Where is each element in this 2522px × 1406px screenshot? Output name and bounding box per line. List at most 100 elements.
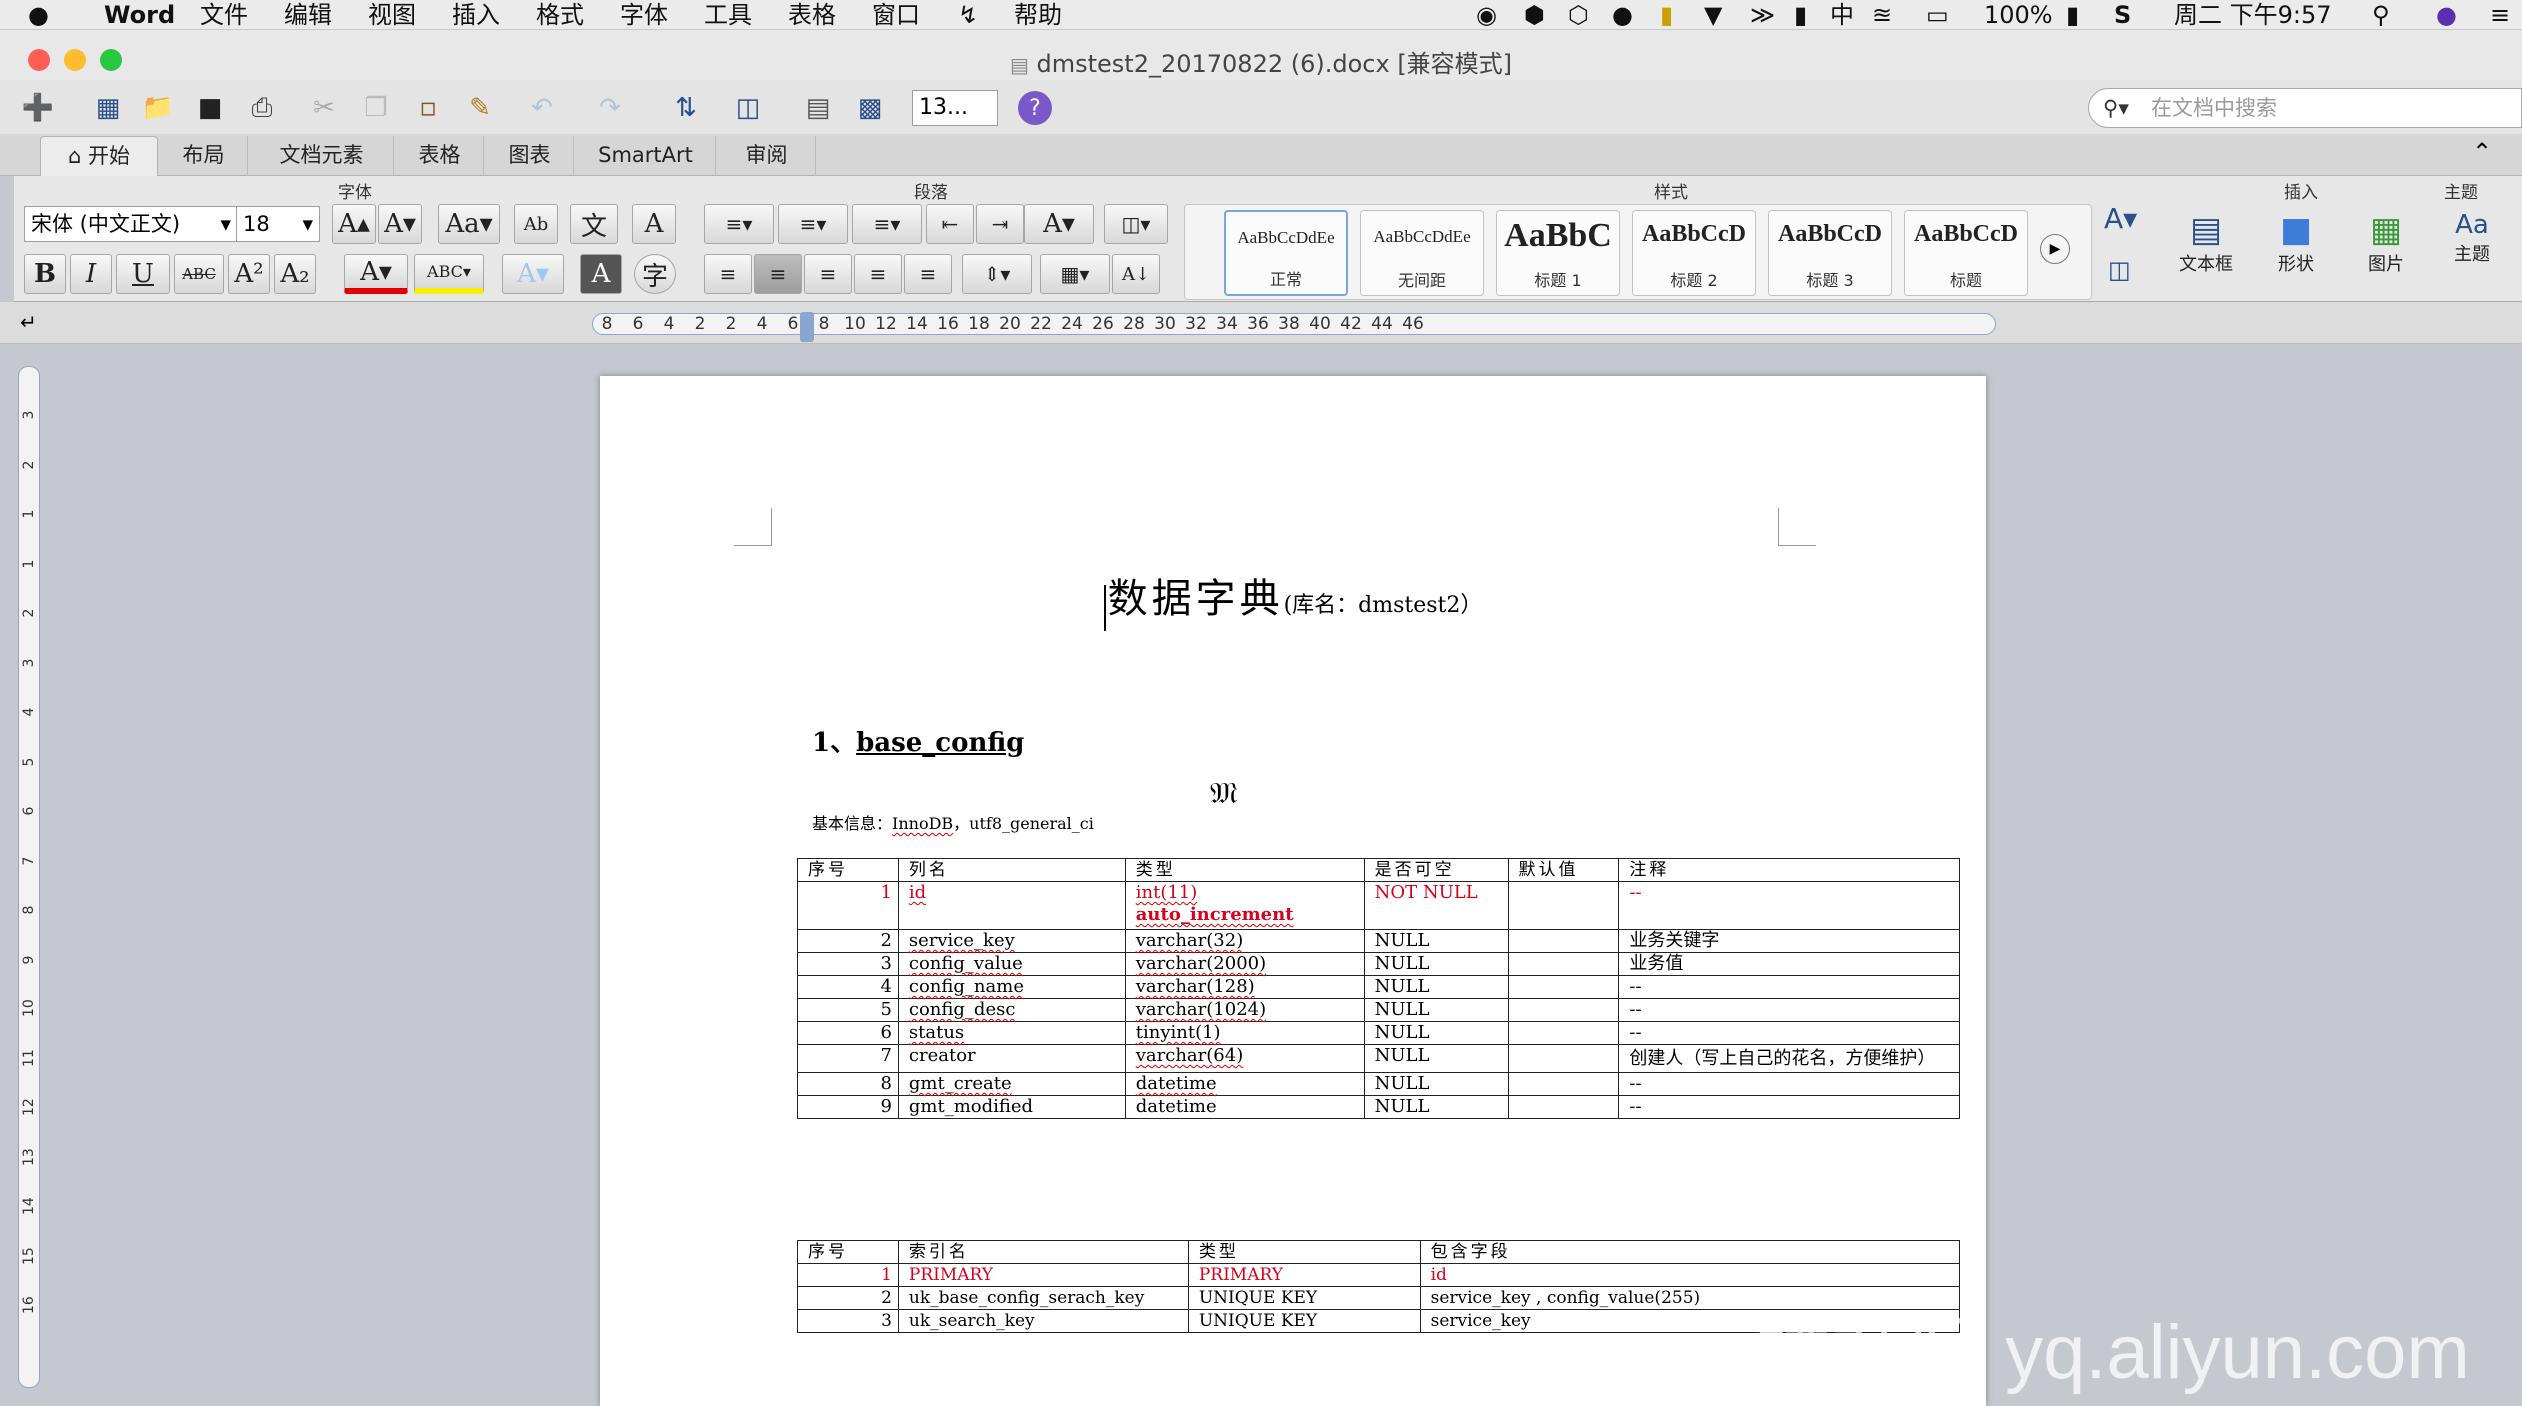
- text-direction-button[interactable]: A▾: [1024, 204, 1094, 244]
- align-right-button[interactable]: ≡: [804, 254, 852, 294]
- bold-button[interactable]: B: [24, 254, 66, 294]
- print-icon[interactable]: ⎙: [242, 88, 282, 128]
- status-icon-stop[interactable]: ◉: [1476, 0, 1497, 30]
- decrease-indent-button[interactable]: ⇤: [926, 204, 974, 244]
- toolbox-icon[interactable]: ▤: [798, 88, 838, 128]
- columns-button[interactable]: ◫▾: [1104, 204, 1168, 244]
- character-border-icon[interactable]: A: [632, 204, 676, 244]
- line-spacing-button[interactable]: ⇕▾: [962, 254, 1032, 294]
- microphone-icon[interactable]: ▮: [1794, 0, 1807, 30]
- numbering-button[interactable]: ≡▾: [778, 204, 848, 244]
- zoom-select[interactable]: 13...: [912, 90, 998, 126]
- sort-button[interactable]: A↓: [1112, 254, 1160, 294]
- styles-next-icon[interactable]: ▶: [2040, 234, 2070, 264]
- strikethrough-button[interactable]: ABC: [174, 254, 224, 294]
- collapse-ribbon-icon[interactable]: ⌃: [2472, 138, 2492, 166]
- style-title[interactable]: AaBbCcD 标题: [1904, 210, 2028, 296]
- themes-button[interactable]: Aa 主题: [2440, 210, 2504, 296]
- distributed-button[interactable]: ≡: [904, 254, 952, 294]
- font-size-select[interactable]: 18 ▾: [236, 206, 320, 242]
- text-effects-button[interactable]: A▾: [502, 254, 564, 294]
- highlight-color-button[interactable]: ABC▾: [414, 254, 484, 294]
- media-browser-icon[interactable]: ▩: [850, 88, 890, 128]
- sync-app-icon[interactable]: S: [2114, 0, 2131, 30]
- columns-table[interactable]: 序号 列名 类型 是否可空 默认值 注释 1 id int(11) auto_in…: [797, 858, 1960, 1119]
- underline-button[interactable]: U: [116, 254, 170, 294]
- tab-tables[interactable]: 表格: [396, 136, 484, 176]
- manage-styles-icon[interactable]: ◫: [2108, 256, 2131, 284]
- battery-icon[interactable]: ▮: [2066, 0, 2079, 30]
- align-left-button[interactable]: ≡: [704, 254, 752, 294]
- navigation-icon[interactable]: ⇅: [666, 88, 706, 128]
- menu-help[interactable]: 帮助: [1014, 0, 1062, 30]
- siri-icon[interactable]: ●: [2436, 0, 2457, 30]
- subscript-button[interactable]: A₂: [274, 254, 316, 294]
- redo-icon[interactable]: ↷: [590, 88, 630, 128]
- menu-format[interactable]: 格式: [536, 0, 584, 30]
- phonetic-guide-icon[interactable]: 文: [570, 204, 618, 244]
- italic-button[interactable]: I: [70, 254, 112, 294]
- vertical-ruler[interactable]: 3 2 1 1 2 3 4 5 6 7 8 9 10 11 12 13 14 15 16: [18, 366, 40, 1388]
- shrink-font-button[interactable]: A▾: [378, 204, 422, 244]
- menu-insert[interactable]: 插入: [452, 0, 500, 30]
- superscript-button[interactable]: A²: [228, 254, 270, 294]
- enclose-characters-icon[interactable]: 字: [634, 254, 676, 294]
- increase-indent-button[interactable]: ⇥: [976, 204, 1024, 244]
- bullets-button[interactable]: ≡▾: [704, 204, 774, 244]
- menu-window[interactable]: 窗口: [872, 0, 920, 30]
- tab-layout[interactable]: 布局: [160, 136, 248, 176]
- menu-view[interactable]: 视图: [368, 0, 416, 30]
- menu-tools[interactable]: 工具: [704, 0, 752, 30]
- first-line-indent-marker[interactable]: [800, 312, 814, 342]
- menubar-clock[interactable]: 周二 下午9:57: [2174, 0, 2332, 30]
- help-icon[interactable]: ?: [1018, 91, 1052, 125]
- status-icon-arrows[interactable]: ≫: [1750, 0, 1775, 30]
- menu-file[interactable]: 文件: [200, 0, 248, 30]
- styles-pane-icon[interactable]: A▾: [2104, 202, 2137, 235]
- grow-font-button[interactable]: A▴: [332, 204, 376, 244]
- style-heading-1[interactable]: AaBbC 标题 1: [1496, 210, 1620, 296]
- status-icon-hexagon[interactable]: ⬡: [1568, 0, 1589, 30]
- tab-home[interactable]: ⌂ 开始: [40, 136, 158, 176]
- save-icon[interactable]: ■: [190, 88, 230, 128]
- app-menu-word[interactable]: Word: [104, 0, 175, 30]
- menu-table[interactable]: 表格: [788, 0, 836, 30]
- script-menu-icon[interactable]: ↯: [958, 0, 978, 30]
- input-method-indicator[interactable]: 中: [1830, 0, 1854, 30]
- notification-center-icon[interactable]: ≡: [2490, 0, 2510, 30]
- copy-icon[interactable]: ❐: [356, 88, 396, 128]
- multilevel-list-button[interactable]: ≡▾: [852, 204, 922, 244]
- wifi-icon[interactable]: ≊: [1872, 0, 1892, 30]
- vpn-icon[interactable]: ▼: [1704, 0, 1722, 30]
- status-icon-dark-circle[interactable]: ●: [1612, 0, 1633, 30]
- font-name-select[interactable]: 宋体 (中文正文) ▾: [24, 206, 238, 242]
- tab-review[interactable]: 审阅: [718, 136, 816, 176]
- style-normal[interactable]: AaBbCcDdEe 正常: [1224, 210, 1348, 296]
- paste-icon[interactable]: ▫: [408, 88, 448, 128]
- document-search-input[interactable]: ⚲▾ 在文档中搜索: [2088, 88, 2522, 128]
- tab-stop-selector-icon[interactable]: ↵: [20, 310, 37, 334]
- new-document-icon[interactable]: ➕: [18, 88, 58, 128]
- insert-picture-button[interactable]: ▦ 图片: [2346, 210, 2426, 296]
- templates-gallery-icon[interactable]: ▦: [88, 88, 128, 128]
- sidebar-view-icon[interactable]: ◫: [728, 88, 768, 128]
- clear-formatting-icon[interactable]: Ab: [514, 204, 558, 244]
- menu-font[interactable]: 字体: [620, 0, 668, 30]
- insert-shape-button[interactable]: ■ 形状: [2256, 210, 2336, 296]
- format-painter-icon[interactable]: ✎: [460, 88, 500, 128]
- document-page[interactable]: 数据字典(库名：dmstest2） 1、base_config 𝔐 基本信息：I…: [600, 376, 1986, 1406]
- status-icon-shield[interactable]: ⬢: [1524, 0, 1545, 30]
- status-icon-bar-chart[interactable]: ▮: [1660, 0, 1673, 30]
- insert-textbox-button[interactable]: ▤ 文本框: [2166, 210, 2246, 296]
- cut-icon[interactable]: ✂: [304, 88, 344, 128]
- tab-charts[interactable]: 图表: [486, 136, 574, 176]
- font-color-button[interactable]: A▾: [344, 254, 408, 294]
- align-center-button[interactable]: ≡: [754, 254, 802, 294]
- spotlight-search-icon[interactable]: ⚲: [2372, 0, 2390, 30]
- style-no-spacing[interactable]: AaBbCcDdEe 无间距: [1360, 210, 1484, 296]
- tab-document-elements[interactable]: 文档元素: [250, 136, 394, 176]
- tab-smartart[interactable]: SmartArt: [576, 136, 716, 176]
- open-folder-icon[interactable]: 📁: [138, 88, 178, 128]
- style-heading-3[interactable]: AaBbCcD 标题 3: [1768, 210, 1892, 296]
- borders-button[interactable]: ▦▾: [1040, 254, 1110, 294]
